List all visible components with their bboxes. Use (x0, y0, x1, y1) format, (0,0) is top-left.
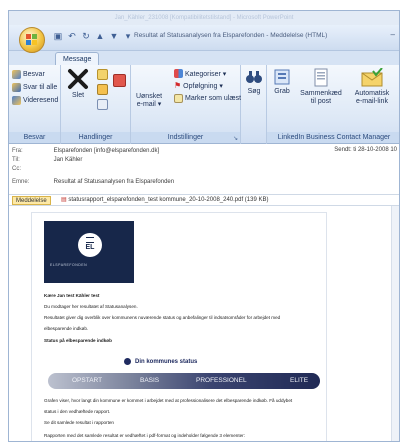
block-sender-icon[interactable] (113, 74, 126, 87)
flag-icon: ⚑ (174, 81, 182, 90)
subject-label: Emne: (12, 179, 30, 185)
dialog-launcher-icon[interactable]: ↘ (233, 135, 238, 142)
categorize-button[interactable]: Kategoriser ▾ (174, 68, 226, 79)
message-tab[interactable]: Meddelelse (12, 196, 51, 205)
quick-access-toolbar: ▣ ↶ ↻ ▲ ▼ ▾ (53, 31, 133, 41)
save-icon[interactable]: ▣ (53, 31, 63, 41)
grab-button[interactable]: Grab (270, 68, 294, 96)
link-to-record-button[interactable]: Sammenkæd til post (297, 68, 345, 106)
previous-item-icon[interactable]: ▲ (95, 31, 105, 41)
attachment-filename: statusrapport_elsparefonden_test kommune… (68, 197, 269, 203)
group-label-linkedin: LinkedIn Business Contact Manager (267, 132, 399, 143)
message-body: EL ELSPAREFONDEN Kære Jan test Kähler te… (9, 206, 399, 441)
reply-all-button[interactable]: Svar til alle (12, 82, 57, 93)
group-label-besvar: Besvar (9, 132, 60, 143)
group-search: Søg (241, 65, 267, 144)
document-link-icon (314, 68, 328, 87)
tab-message[interactable]: Message (55, 52, 100, 65)
from-row: Fra: Elsparefonden [info@elsparefonden.d… (12, 147, 159, 156)
rules-icon[interactable] (97, 84, 108, 95)
mark-unread-button[interactable]: Marker som ulæst (174, 93, 241, 104)
undo-icon[interactable]: ↶ (67, 31, 77, 41)
ribbon-tabs: Message (9, 51, 399, 65)
paragraph-1: Du modtager her resultatet af Statusanal… (44, 304, 138, 309)
move-folder-icon[interactable] (97, 69, 108, 80)
to-value[interactable]: Jan Kähler (54, 157, 83, 163)
group-besvar: Besvar Svar til alle Videresend Besvar (9, 65, 61, 144)
redo-icon[interactable]: ↻ (81, 31, 91, 41)
envelope-unread-icon (174, 94, 183, 103)
search-button[interactable]: Søg (243, 68, 265, 96)
customize-toolbar-icon[interactable]: ▾ (123, 31, 133, 41)
minimize-button[interactable]: – (391, 30, 395, 39)
window-frame: Jan_Kähler_231008 [Kompatibilitetstilsta… (8, 10, 400, 442)
greeting: Kære Jan test Kähler test (44, 293, 100, 298)
to-row: Til: Jan Kähler (12, 156, 82, 165)
background-window-title: Jan_Kähler_231008 [Kompatibilitetstilsta… (9, 11, 399, 25)
email-content: EL ELSPAREFONDEN Kære Jan test Kähler te… (31, 212, 327, 441)
banner-subtitle: ELSPAREFONDEN (50, 263, 88, 267)
scale-opstart: OPSTART (72, 377, 103, 384)
attachment-pdf[interactable]: ▤ statusrapport_elsparefonden_test kommu… (61, 196, 268, 205)
next-item-icon[interactable]: ▼ (109, 31, 119, 41)
reply-all-icon (12, 83, 21, 92)
section-title: Status på elbesparende indkøb (44, 338, 112, 343)
paragraph-7: Rapporten med det samlede resultat er ve… (44, 433, 245, 438)
forward-button[interactable]: Videresend (12, 95, 58, 106)
message-headers: Fra: Elsparefonden [info@elsparefonden.d… (9, 144, 399, 194)
status-marker-label: Din kommunes status (135, 358, 198, 365)
cc-row: Cc: (12, 165, 52, 174)
categorize-icon (174, 69, 183, 78)
paragraph-3: elbesparende indkøb. (44, 326, 89, 331)
ribbon: Besvar Svar til alle Videresend Besvar S… (9, 65, 399, 144)
paragraph-2: Resultatet giver dig overblik over kommu… (44, 315, 281, 320)
elsparefonden-logo-icon: EL (78, 233, 102, 257)
pdf-icon: ▤ (61, 197, 67, 203)
scale-basis: BASIS (140, 377, 160, 384)
to-label: Til: (12, 157, 20, 163)
vertical-scrollbar[interactable] (391, 206, 399, 441)
message-title-bar: ▣ ↶ ↻ ▲ ▼ ▾ Resultat af Statusanalysen f… (9, 25, 399, 53)
grab-icon (274, 69, 290, 85)
sent-date: Sendt: ti 28-10-2008 10 (334, 147, 397, 153)
auto-email-link-button[interactable]: Automatisk e-mail-link (347, 68, 397, 106)
from-label: Fra: (12, 148, 23, 154)
office-button[interactable] (19, 27, 45, 53)
delete-button[interactable]: Slet (65, 68, 91, 100)
status-marker: Din kommunes status (124, 358, 197, 365)
subject-row: Emne: Resultat af Statusanalysen fra Els… (12, 178, 174, 187)
group-linkedin: Grab Sammenkæd til post Automatisk e-mai… (267, 65, 399, 144)
window-title: Resultat af Statusanalysen fra Elsparefo… (134, 32, 328, 39)
paragraph-6: Se dit samlede resultat i rapporten (44, 420, 114, 425)
reply-button[interactable]: Besvar (12, 69, 45, 80)
group-indstillinger: Uønsket e-mail ▾ Kategoriser ▾ ⚑ Opfølgn… (131, 65, 241, 144)
subject-value: Resultat af Statusanalysen fra Elsparefo… (53, 179, 175, 185)
paragraph-5: status i den vedhæftede rapport. (44, 409, 111, 414)
reply-icon (12, 70, 21, 79)
paragraph-4: Grafen viser, hvor langt din kommune er … (44, 398, 293, 403)
followup-button[interactable]: ⚑ Opfølgning ▾ (174, 80, 223, 91)
scale-professionel: PROFESSIONEL (196, 377, 247, 384)
group-label-indstillinger: Indstillinger (131, 132, 240, 143)
cc-label: Cc: (12, 166, 21, 172)
binoculars-icon (246, 71, 262, 83)
scale-elite: ELITE (290, 377, 309, 384)
office-logo-icon (26, 34, 37, 45)
group-label-handlinger: Handlinger (61, 132, 130, 143)
status-scale: OPSTART BASIS PROFESSIONEL ELITE (48, 373, 320, 389)
forward-icon (12, 96, 21, 105)
from-value[interactable]: Elsparefonden [info@elsparefonden.dk] (54, 148, 160, 154)
attachment-bar: Meddelelse ▤ statusrapport_elsparefonden… (9, 194, 399, 206)
junk-email-button[interactable]: Uønsket e-mail ▾ (134, 93, 164, 109)
other-actions-icon[interactable] (97, 99, 108, 110)
group-handlinger: Slet Handlinger (61, 65, 131, 144)
status-dot-icon (124, 358, 131, 365)
elsparefonden-banner: EL ELSPAREFONDEN (44, 221, 134, 283)
envelope-check-icon (361, 68, 383, 87)
delete-x-icon (68, 69, 88, 89)
